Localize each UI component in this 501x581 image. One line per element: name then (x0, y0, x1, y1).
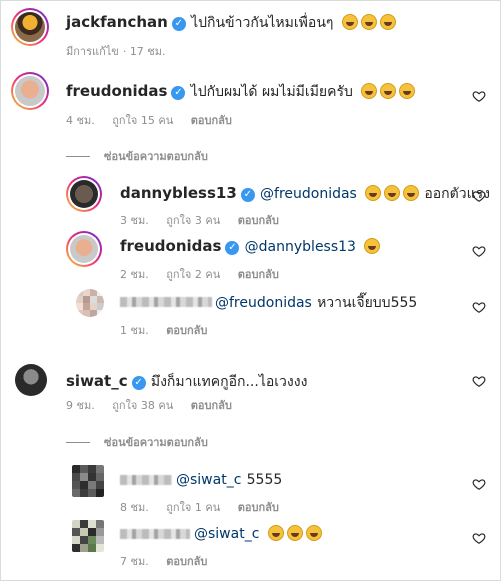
likes-count[interactable]: ถูกใจ 2 คน (166, 268, 220, 281)
reply-button[interactable]: ตอบกลับ (191, 399, 232, 412)
replies-divider (66, 156, 90, 157)
comment-meta: 8 ชม. ถูกใจ 1 คน ตอบกลับ (120, 498, 293, 516)
verified-badge-icon: ✓ (171, 86, 186, 100)
reply-button[interactable]: ตอบกลับ (238, 214, 279, 227)
likes-count[interactable]: ถูกใจ 15 คน (112, 114, 173, 127)
avatar-image (70, 235, 98, 263)
timestamp[interactable]: 2 ชม. (120, 268, 149, 281)
username[interactable]: jackfanchan (66, 13, 168, 31)
heart-icon[interactable] (472, 300, 486, 314)
mention-link[interactable]: @siwat_c (176, 472, 241, 488)
reply-button[interactable]: ตอบกลับ (238, 501, 279, 514)
comment-meta: 2 ชม. ถูกใจ 2 คน ตอบกลับ (120, 265, 293, 283)
reply-button[interactable]: ตอบกลับ (166, 324, 207, 337)
username[interactable]: dannybless13 (120, 184, 237, 202)
avatar[interactable] (66, 176, 102, 212)
comment-meta: 4 ชม. ถูกใจ 15 คน ตอบกลับ (66, 111, 246, 129)
reply-button[interactable]: ตอบกลับ (191, 114, 232, 127)
grinning-face-emoji (384, 185, 401, 201)
heart-icon[interactable] (472, 531, 486, 545)
comment-text: 5555 (246, 472, 283, 488)
heart-icon[interactable] (472, 374, 486, 388)
avatar-image (70, 180, 98, 208)
grinning-face-emoji (364, 238, 381, 254)
likes-count[interactable]: ถูกใจ 1 คน (166, 501, 220, 514)
heart-icon[interactable] (472, 477, 486, 491)
avatar-pixelated[interactable] (76, 289, 104, 317)
reply-button[interactable]: ตอบกลับ (166, 555, 207, 568)
verified-badge-icon: ✓ (240, 188, 255, 202)
timestamp[interactable]: 17 ชม. (130, 45, 166, 58)
likes-count[interactable]: ถูกใจ 38 คน (112, 399, 173, 412)
grinning-face-emoji (267, 525, 284, 541)
comment-text: ไปกินข้าวกันไหมเพื่อนๆ (191, 15, 334, 31)
avatar-pixelated[interactable] (72, 520, 104, 552)
hide-replies-button[interactable]: ซ่อนข้อความตอบกลับ (66, 147, 208, 165)
avatar[interactable] (11, 72, 49, 110)
comment-meta: 7 ชม. ตอบกลับ (120, 552, 221, 570)
grinning-face-emoji (361, 83, 378, 99)
likes-count[interactable]: ถูกใจ 3 คน (166, 214, 220, 227)
username[interactable]: freudonidas (66, 82, 167, 100)
username[interactable]: freudonidas (120, 237, 221, 255)
comment-text: มึงก็มาแทคกูอีก...ไอเวงงง (150, 374, 308, 390)
avatar[interactable] (15, 364, 47, 396)
grinning-face-emoji (403, 185, 420, 201)
timestamp[interactable]: 7 ชม. (120, 555, 149, 568)
timestamp[interactable]: 9 ชม. (66, 399, 95, 412)
hide-replies-button[interactable]: ซ่อนข้อความตอบกลับ (66, 433, 208, 451)
verified-badge-icon: ✓ (225, 241, 240, 255)
mention-link[interactable]: @freudonidas (260, 186, 357, 202)
comment-meta: 3 ชม. ถูกใจ 3 คน ตอบกลับ (120, 211, 293, 229)
comment-text: หวานเจี๊ยบบ555 (317, 295, 418, 311)
comment-meta: 9 ชม. ถูกใจ 38 คน ตอบกลับ (66, 396, 246, 414)
timestamp[interactable]: 8 ชม. (120, 501, 149, 514)
replies-divider (66, 442, 90, 443)
avatar[interactable] (66, 231, 102, 267)
blurred-username (120, 529, 190, 539)
heart-icon[interactable] (472, 189, 486, 203)
comment-meta: 1 ชม. ตอบกลับ (120, 321, 221, 339)
mention-link[interactable]: @freudonidas (215, 295, 312, 311)
mention-link[interactable]: @siwat_c (194, 526, 259, 542)
avatar-image (15, 76, 45, 106)
verified-badge-icon: ✓ (171, 17, 186, 31)
laughing-face-emoji (379, 14, 396, 30)
avatar-pixelated[interactable] (72, 465, 104, 497)
edited-label: มีการแก้ไข (66, 45, 119, 58)
blurred-username (120, 297, 212, 307)
avatar[interactable] (11, 8, 49, 46)
heart-icon[interactable] (472, 89, 486, 103)
timestamp[interactable]: 1 ชม. (120, 324, 149, 337)
mention-link[interactable]: @dannybless13 (245, 239, 356, 255)
grinning-face-emoji (305, 525, 322, 541)
comment-meta: มีการแก้ไข · 17 ชม. (66, 45, 166, 58)
grinning-face-emoji (399, 83, 416, 99)
timestamp[interactable]: 4 ชม. (66, 114, 95, 127)
blurred-username (120, 475, 172, 485)
username[interactable]: siwat_c (66, 372, 128, 390)
laughing-face-emoji (360, 14, 377, 30)
reply-button[interactable]: ตอบกลับ (238, 268, 279, 281)
grinning-face-emoji (286, 525, 303, 541)
timestamp[interactable]: 3 ชม. (120, 214, 149, 227)
verified-badge-icon: ✓ (131, 376, 146, 390)
avatar-image (15, 12, 45, 42)
grinning-face-emoji (380, 83, 397, 99)
comment-text: ไปกับผมได้ ผมไม่มีเมียครับ (190, 84, 353, 100)
laughing-face-emoji (341, 14, 358, 30)
grinning-face-emoji (365, 185, 382, 201)
heart-icon[interactable] (472, 244, 486, 258)
